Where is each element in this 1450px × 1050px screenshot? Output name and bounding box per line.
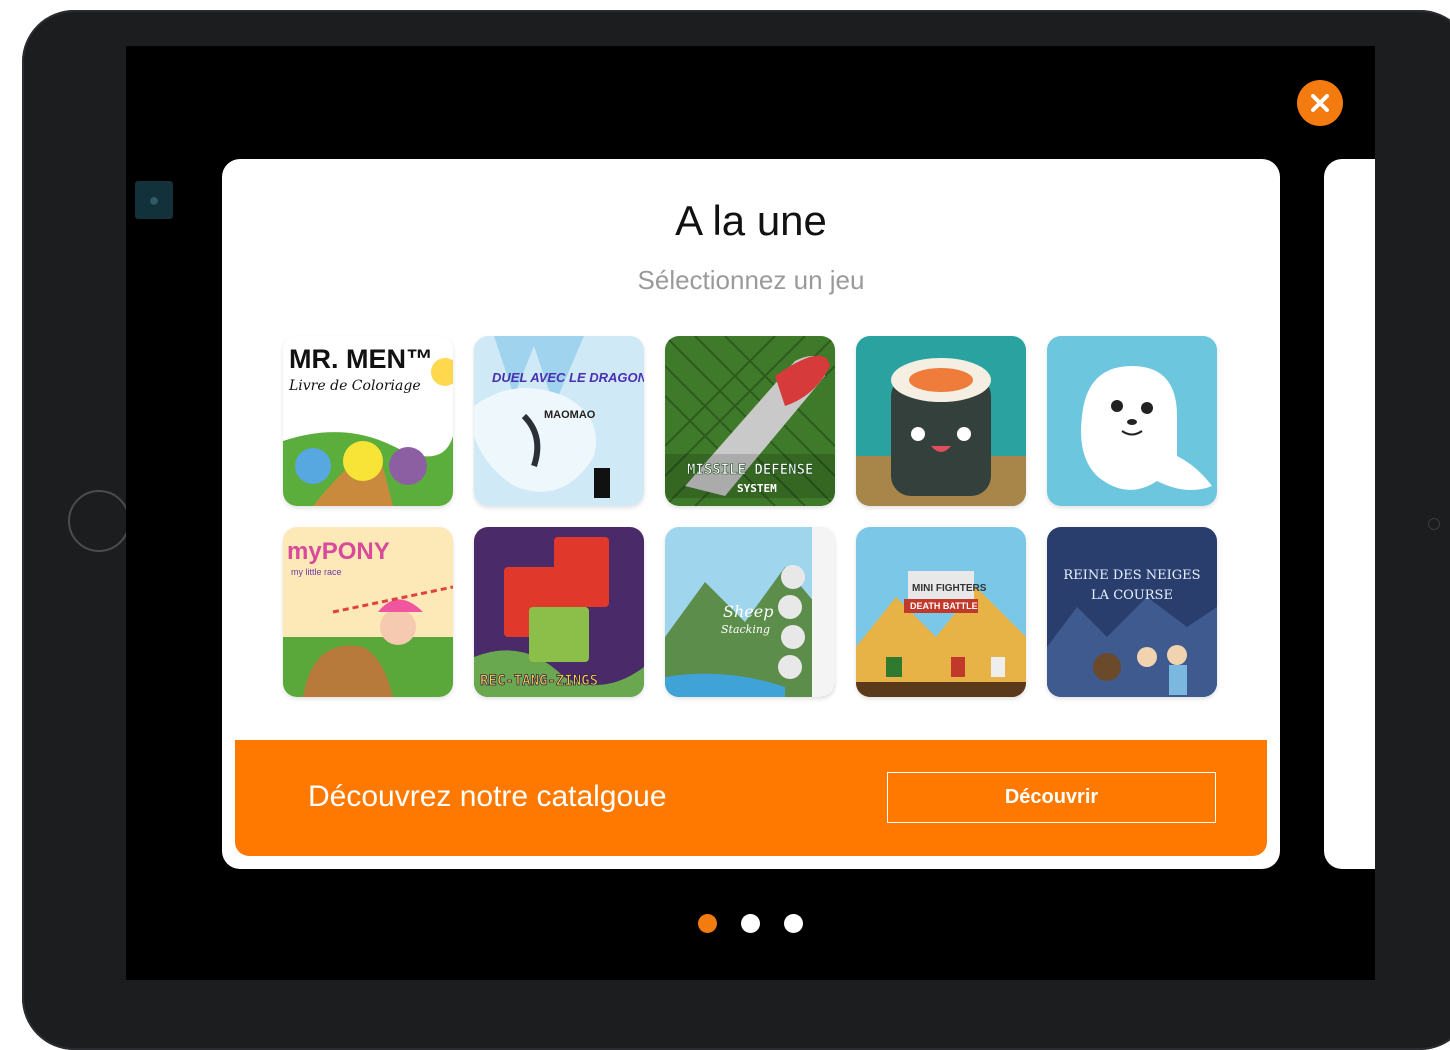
tile-line1: REINE DES NEIGES: [1063, 568, 1200, 583]
page-subtitle: Sélectionnez un jeu: [637, 265, 865, 295]
tile-line2: Livre de Coloriage: [288, 378, 421, 394]
featured-card: A la une Sélectionnez un jeu MR. MEN™ Li…: [222, 159, 1280, 869]
tile-line1: Sheep: [723, 602, 773, 621]
tile-line2: LA COURSE: [1091, 588, 1173, 603]
page-title: A la une: [675, 197, 827, 244]
catalog-banner: Découvrez notre catalgoue Découvrir: [235, 740, 1267, 856]
tile-line2: my little race: [291, 567, 342, 577]
game-tile-sushi[interactable]: [856, 336, 1026, 506]
app-screen: ● A la une Sélectionnez un jeu MR. MEN™: [126, 46, 1375, 980]
game-tile-duel-dragon[interactable]: DUEL AVEC LE DRAGON MAOMAO: [474, 336, 644, 506]
catalog-banner-text: Découvrez notre catalgoue: [308, 780, 667, 813]
tile-line1: myPONY: [287, 538, 390, 565]
home-button[interactable]: [68, 490, 130, 552]
game-tile-mr-men[interactable]: MR. MEN™ Livre de Coloriage: [283, 336, 453, 506]
close-icon: [1311, 94, 1329, 112]
tile-line1: MISSILE DEFENSE: [687, 462, 813, 478]
tile-line2: SYSTEM: [737, 482, 777, 495]
game-tile-reine-des-neiges[interactable]: REINE DES NEIGES LA COURSE: [1047, 527, 1217, 697]
page-dot-3[interactable]: [784, 914, 803, 933]
next-card-preview[interactable]: [1324, 159, 1375, 869]
game-tile-my-pony[interactable]: myPONY my little race: [283, 527, 453, 697]
game-tile-sheep-stacking[interactable]: Sheep Stacking: [665, 527, 835, 697]
tile-line1: DUEL AVEC LE DRAGON: [492, 370, 644, 385]
game-tile-rec-tang-zings[interactable]: REC-TANG-ZINGS: [474, 527, 644, 697]
tile-line1: MR. MEN™: [289, 344, 433, 374]
game-tile-seal[interactable]: [1047, 336, 1217, 506]
front-camera: [1428, 518, 1440, 530]
game-grid: MR. MEN™ Livre de Coloriage DUEL AVEC LE…: [283, 336, 1217, 698]
tile-line2: Stacking: [721, 623, 770, 636]
close-button[interactable]: [1297, 80, 1343, 126]
page-dot-2[interactable]: [741, 914, 760, 933]
pagination-dots: [698, 914, 803, 933]
tile-line1: MINI FIGHTERS: [912, 583, 987, 594]
game-tile-mini-fighters[interactable]: MINI FIGHTERS DEATH BATTLE: [856, 527, 1026, 697]
game-tile-missile-defense[interactable]: MISSILE DEFENSE SYSTEM: [665, 336, 835, 506]
page-dot-1[interactable]: [698, 914, 717, 933]
tile-line2: DEATH BATTLE: [910, 601, 978, 611]
tile-line1: REC-TANG-ZINGS: [480, 673, 598, 689]
gamepad-icon: ●: [135, 181, 173, 219]
discover-button[interactable]: Découvrir: [887, 772, 1216, 823]
tile-line2: MAOMAO: [544, 409, 596, 421]
